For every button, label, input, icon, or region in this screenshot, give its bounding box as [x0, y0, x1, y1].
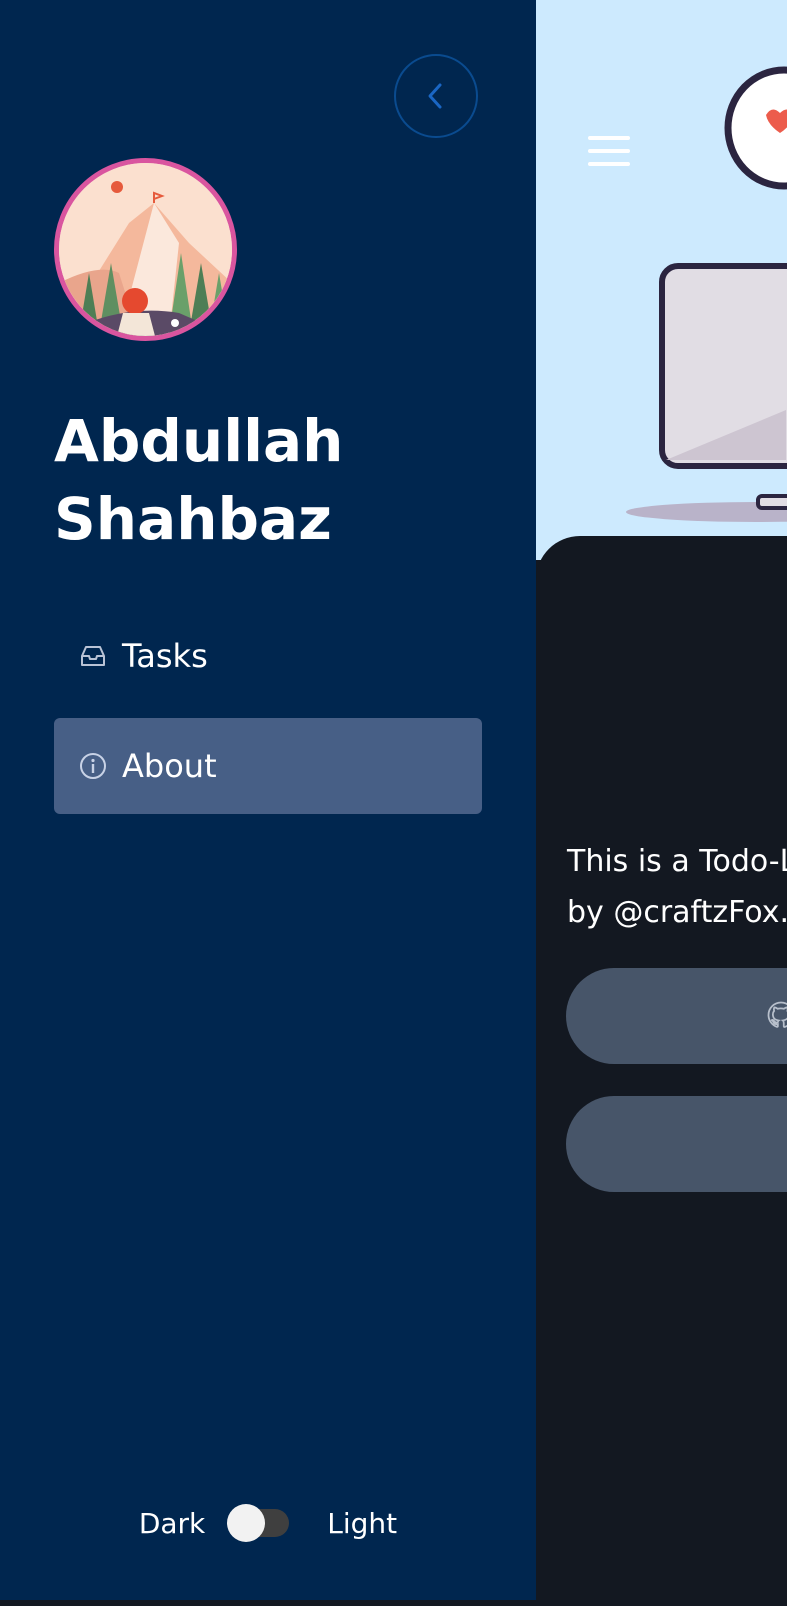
- secondary-button[interactable]: [566, 1096, 787, 1192]
- mountain-avatar-image: [59, 163, 232, 336]
- chevron-left-icon: [428, 83, 442, 109]
- collapse-drawer-button[interactable]: [394, 54, 478, 138]
- illustration-image: [626, 66, 787, 522]
- nav-item-label: Tasks: [122, 637, 208, 675]
- description-line-2: by @craftzFox.: [567, 895, 787, 930]
- theme-light-label: Light: [327, 1506, 398, 1540]
- nav-item-tasks[interactable]: Tasks: [54, 608, 482, 704]
- toggle-knob: [227, 1504, 266, 1542]
- github-button[interactable]: [566, 968, 787, 1064]
- user-name: Abdullah Shahbaz: [54, 407, 344, 553]
- navigation-drawer: Abdullah Shahbaz Tasks About Dark Light: [0, 0, 536, 1600]
- avatar: [54, 158, 237, 341]
- description-line-1: This is a Todo-L: [567, 844, 787, 879]
- nav-item-about[interactable]: About: [54, 718, 482, 814]
- nav-item-label: About: [122, 747, 217, 785]
- inbox-icon: [78, 641, 108, 671]
- about-description: This is a Todo-L by @craftzFox.: [567, 836, 787, 938]
- about-content-card: This is a Todo-L by @craftzFox.: [536, 536, 787, 1606]
- theme-dark-label: Dark: [138, 1506, 206, 1540]
- info-icon: [78, 751, 108, 781]
- github-icon: [767, 1001, 787, 1028]
- header-illustration: [536, 0, 787, 560]
- theme-toggle[interactable]: [227, 1504, 290, 1542]
- theme-switcher: Dark Light: [0, 1500, 536, 1546]
